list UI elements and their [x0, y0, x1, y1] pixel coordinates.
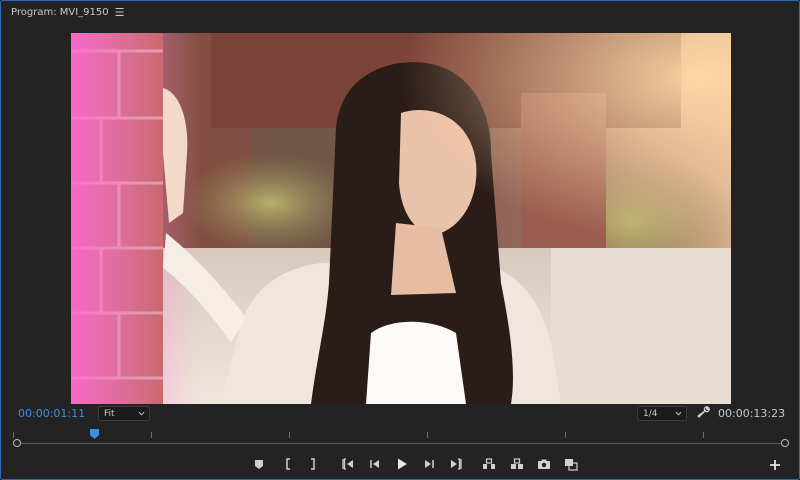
time-ruler[interactable] — [13, 426, 789, 447]
playback-resolution-select[interactable]: 1/4 — [637, 406, 687, 421]
step-back-button[interactable] — [367, 456, 383, 472]
mark-out-button[interactable] — [305, 456, 321, 472]
extract-button[interactable] — [509, 456, 525, 472]
ruler-tick — [289, 432, 290, 438]
go-to-out-button[interactable] — [448, 456, 464, 472]
ruler-tick — [565, 432, 566, 438]
go-to-out-icon — [451, 458, 462, 470]
add-marker-button[interactable] — [251, 456, 267, 472]
play-icon — [398, 458, 407, 470]
program-video-viewer[interactable] — [71, 33, 731, 404]
hamburger-icon[interactable]: ☰ — [115, 7, 125, 18]
extract-icon — [511, 458, 523, 469]
playhead-icon[interactable] — [90, 429, 100, 439]
zoom-scroll-end-handle[interactable] — [781, 439, 789, 447]
current-timecode[interactable]: 00:00:01:11 — [18, 407, 85, 420]
scrub-track[interactable] — [18, 443, 784, 444]
lift-icon — [483, 458, 495, 469]
panel-title[interactable]: Program: MVI_9150 — [11, 7, 109, 18]
go-to-in-button[interactable] — [340, 456, 356, 472]
playback-resolution-value: 1/4 — [643, 408, 658, 419]
step-back-icon — [370, 460, 379, 468]
ruler-tick — [151, 432, 152, 438]
comparison-view-button[interactable] — [563, 456, 579, 472]
add-marker-icon — [255, 460, 263, 469]
chevron-down-icon — [675, 411, 682, 416]
go-to-in-icon — [342, 458, 353, 470]
duration-timecode: 00:00:13:23 — [718, 407, 786, 420]
chevron-down-icon — [138, 411, 145, 416]
lift-button[interactable] — [481, 456, 497, 472]
mark-in-icon — [286, 458, 290, 470]
panel-header: Program: MVI_9150 ☰ — [1, 1, 799, 23]
export-frame-button[interactable] — [536, 456, 552, 472]
program-monitor-panel: Program: MVI_9150 ☰ 00:00:01:11 Fit 1/4 … — [0, 0, 800, 480]
button-editor-button[interactable] — [768, 457, 782, 471]
export-frame-icon — [538, 459, 550, 469]
zoom-level-value: Fit — [104, 408, 115, 419]
comparison-view-icon — [565, 459, 578, 471]
video-frame — [71, 33, 731, 404]
step-forward-icon — [425, 460, 434, 468]
ruler-tick — [13, 432, 14, 438]
step-forward-button[interactable] — [421, 456, 437, 472]
button-editor-icon — [770, 460, 780, 470]
ruler-tick — [427, 432, 428, 438]
zoom-scroll-start-handle[interactable] — [13, 439, 21, 447]
zoom-level-select[interactable]: Fit — [98, 406, 150, 421]
wrench-icon[interactable] — [697, 406, 710, 419]
ruler-tick — [703, 432, 704, 438]
mark-in-button[interactable] — [280, 456, 296, 472]
mark-out-icon — [311, 458, 315, 470]
play-button[interactable] — [394, 456, 410, 472]
